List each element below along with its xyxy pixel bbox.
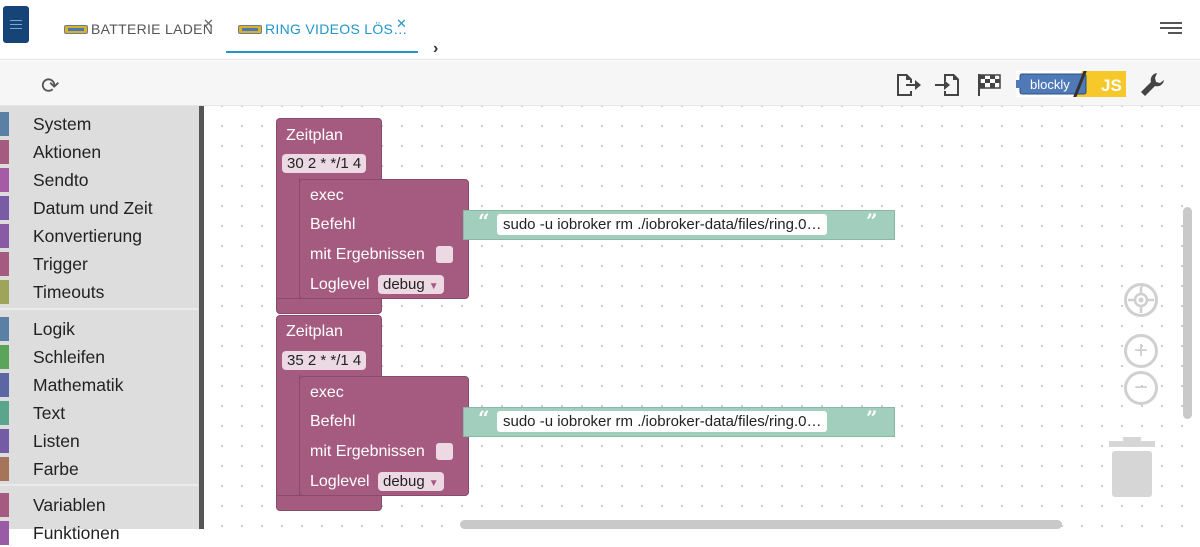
refresh-icon[interactable]: ⟳	[41, 73, 59, 99]
dropdown-arrow-icon: ▼	[428, 281, 439, 292]
dropdown-arrow-icon: ▼	[428, 478, 439, 489]
tab-label: BATTERIE LADEN	[91, 21, 214, 37]
sidebar-item-logik[interactable]: Logik	[0, 315, 198, 343]
sidebar-item-schleifen[interactable]: Schleifen	[0, 343, 198, 371]
blockly-js-toggle[interactable]: blockly JS	[1016, 71, 1126, 97]
category-color-swatch	[0, 521, 9, 545]
sidebar-item-label: Logik	[33, 318, 75, 339]
category-color-swatch	[0, 493, 9, 517]
sidebar-item-farbe[interactable]: Farbe	[0, 455, 198, 483]
sidebar-item-sendto[interactable]: Sendto	[0, 166, 198, 194]
befehl-label: Befehl	[310, 413, 356, 430]
sidebar-item-label: Konvertierung	[33, 225, 142, 246]
active-tab-indicator	[226, 51, 418, 53]
sidebar-item-label: Farbe	[33, 458, 79, 479]
workspace-horizontal-scrollbar[interactable]	[460, 520, 1062, 529]
sidebar-item-label: Trigger	[33, 253, 88, 274]
cron-field[interactable]: 30 2 * */1 4	[282, 154, 367, 173]
loglevel-label: Loglevel	[310, 276, 370, 293]
sidebar-item-label: Listen	[33, 430, 80, 451]
tab-batterie-laden[interactable]: BATTERIE LADEN	[64, 14, 213, 44]
block-title: Zeitplan	[286, 323, 343, 340]
chevron-right-icon[interactable]: ›	[433, 40, 438, 58]
workspace-vertical-scrollbar[interactable]	[1183, 207, 1192, 419]
command-field[interactable]: sudo -u iobroker rm ./iobroker-data/file…	[497, 411, 828, 432]
cron-field[interactable]: 35 2 * */1 4	[282, 351, 367, 370]
open-quote-icon: “	[478, 209, 490, 233]
category-separator	[0, 308, 198, 310]
sidebar-item-label: Timeouts	[33, 281, 105, 302]
tab-label: RING VIDEOS LÖS…	[265, 21, 408, 37]
block-title: Zeitplan	[286, 127, 343, 144]
category-color-swatch	[0, 168, 9, 192]
category-color-swatch	[0, 196, 9, 220]
hamburger-icon	[10, 20, 22, 29]
sidebar-item-variablen[interactable]: Variablen	[0, 491, 198, 519]
category-color-swatch	[0, 224, 9, 248]
sidebar-item-mathematik[interactable]: Mathematik	[0, 371, 198, 399]
open-quote-icon: “	[478, 406, 490, 430]
tab-bar: BATTERIE LADEN ✕ RING VIDEOS LÖS… ✕ ›	[0, 0, 1200, 60]
category-color-swatch	[0, 252, 9, 276]
sidebar-item-funktionen[interactable]: Funktionen	[0, 519, 198, 547]
zoom-out-icon[interactable]: −	[1124, 371, 1158, 405]
category-color-swatch	[0, 373, 9, 397]
close-quote-icon: ”	[866, 406, 878, 430]
mit-ergebnissen-label: mit Ergebnissen	[310, 246, 425, 263]
close-icon[interactable]: ✕	[203, 16, 214, 32]
recenter-icon[interactable]	[1124, 283, 1158, 317]
sidebar-item-label: Variablen	[33, 494, 106, 515]
blockly-badge-icon	[238, 24, 262, 34]
exec-label: exec	[310, 384, 344, 401]
category-color-swatch	[0, 429, 9, 453]
mit-ergebnissen-label: mit Ergebnissen	[310, 443, 425, 460]
loglevel-dropdown[interactable]: debug ▼	[378, 275, 444, 294]
trash-icon[interactable]	[1109, 437, 1155, 497]
menu-icon[interactable]	[1160, 22, 1182, 35]
blockly-label: blockly	[1030, 77, 1070, 92]
category-color-swatch	[0, 457, 9, 481]
category-color-swatch	[0, 401, 9, 425]
loglevel-label: Loglevel	[310, 473, 370, 490]
sidebar-item-trigger[interactable]: Trigger	[0, 250, 198, 278]
category-color-swatch	[0, 345, 9, 369]
sidebar-item-aktionen[interactable]: Aktionen	[0, 138, 198, 166]
sidebar-item-label: Datum und Zeit	[33, 197, 153, 218]
js-label: JS	[1101, 76, 1122, 95]
command-field[interactable]: sudo -u iobroker rm ./iobroker-data/file…	[497, 214, 828, 235]
sidebar-item-timeouts[interactable]: Timeouts	[0, 278, 198, 306]
import-icon[interactable]	[934, 72, 962, 98]
befehl-label: Befehl	[310, 216, 356, 233]
loglevel-dropdown[interactable]: debug ▼	[378, 472, 444, 491]
mit-ergebnissen-checkbox[interactable]	[436, 246, 453, 263]
category-color-swatch	[0, 140, 9, 164]
sidebar-item-label: Mathematik	[33, 374, 124, 395]
sidebar-item-listen[interactable]: Listen	[0, 427, 198, 455]
menu-button[interactable]	[3, 6, 29, 43]
close-quote-icon: ”	[866, 209, 878, 233]
wrench-icon[interactable]	[1139, 71, 1167, 99]
sidebar-item-text[interactable]: Text	[0, 399, 198, 427]
category-separator	[0, 484, 198, 486]
exec-label: exec	[310, 187, 344, 204]
sidebar-item-label: Aktionen	[33, 141, 102, 162]
category-color-swatch	[0, 112, 9, 136]
sidebar-item-system[interactable]: System	[0, 110, 198, 138]
sidebar-item-konvertierung[interactable]: Konvertierung	[0, 222, 198, 250]
category-color-swatch	[0, 317, 9, 341]
sidebar-item-label: Funktionen	[33, 522, 120, 543]
category-color-swatch	[0, 280, 9, 304]
sidebar-item-label: System	[33, 113, 92, 134]
checkered-flag-icon[interactable]	[975, 72, 1003, 98]
zoom-in-icon[interactable]: +	[1124, 334, 1158, 368]
blockly-badge-icon	[64, 24, 88, 34]
tab-ring-videos[interactable]: RING VIDEOS LÖS…	[238, 14, 408, 44]
mit-ergebnissen-checkbox[interactable]	[436, 443, 453, 460]
export-icon[interactable]	[894, 72, 922, 98]
sidebar-item-datum-und-zeit[interactable]: Datum und Zeit	[0, 194, 198, 222]
sidebar-item-label: Text	[33, 402, 66, 423]
close-icon[interactable]: ✕	[396, 16, 407, 32]
sidebar-item-label: Schleifen	[33, 346, 105, 367]
sidebar-item-label: Sendto	[33, 169, 89, 190]
